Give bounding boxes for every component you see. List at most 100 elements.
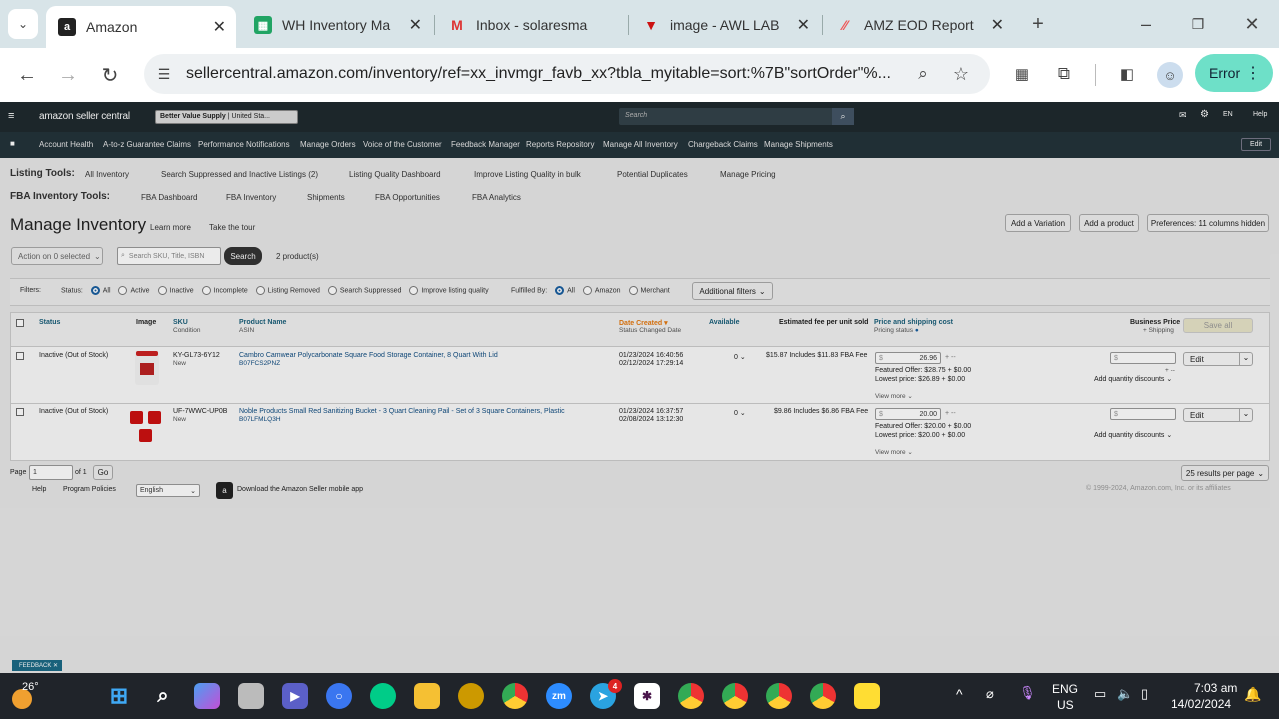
select-all-checkbox[interactable] — [16, 319, 24, 327]
chrome-profile-icon[interactable] — [678, 683, 704, 709]
close-icon[interactable]: ✕ — [53, 663, 58, 669]
business-price-input[interactable]: $ — [1110, 408, 1176, 420]
col-product-name[interactable]: Product Name — [239, 319, 286, 326]
minimize-icon[interactable]: – — [1134, 12, 1158, 36]
bookmark-star-icon[interactable]: ☆ — [950, 63, 972, 85]
file-explorer-icon[interactable] — [414, 683, 440, 709]
reload-icon[interactable]: ↻ — [97, 62, 123, 88]
input-lang-2[interactable]: US — [1057, 698, 1074, 712]
copilot-icon[interactable] — [194, 683, 220, 709]
search-button[interactable]: Search — [224, 247, 262, 265]
take-tour-link[interactable]: Take the tour — [209, 223, 255, 232]
tool-manage-pricing[interactable]: Manage Pricing — [720, 170, 776, 179]
clock-time[interactable]: 7:03 am — [1194, 681, 1237, 695]
volume-icon[interactable]: 🔈 — [1117, 686, 1133, 702]
fba-inventory-link[interactable]: FBA Inventory — [226, 193, 276, 202]
display-icon[interactable]: ▭ — [1094, 686, 1106, 702]
extensions-icon[interactable]: ⧉ — [1052, 62, 1076, 86]
page-input[interactable]: 1 — [29, 465, 73, 480]
row-product-name[interactable]: Cambro Camwear Polycarbonate Square Food… — [239, 352, 498, 359]
mail-icon[interactable]: ✉ — [1179, 110, 1187, 121]
teams-icon[interactable]: ▶ — [282, 683, 308, 709]
feedback-tab[interactable]: FEEDBACK ✕ — [12, 660, 62, 671]
col-status[interactable]: Status — [39, 319, 60, 326]
view-more-link[interactable]: View more ⌄ — [875, 392, 913, 400]
new-tab-icon[interactable]: + — [1026, 12, 1050, 36]
url-text[interactable]: sellercentral.amazon.com/inventory/ref=x… — [186, 65, 906, 83]
tab-wh-inventory[interactable]: ▦ WH Inventory Ma ✕ — [242, 8, 432, 42]
chrome-profile-icon[interactable] — [722, 683, 748, 709]
tool-listing-quality[interactable]: Listing Quality Dashboard — [349, 170, 441, 179]
microphone-icon[interactable]: 🎙 — [1019, 685, 1036, 701]
address-bar[interactable]: ☰ sellercentral.amazon.com/inventory/ref… — [144, 54, 990, 94]
store-selector[interactable]: Better Value Supply | United Sta... — [155, 110, 298, 124]
hamburger-icon[interactable]: ≡ — [8, 110, 14, 122]
row-asin[interactable]: B07LFMLQ3H — [239, 416, 281, 423]
nav-a-to-z[interactable]: A-to-z Guarantee Claims — [103, 140, 191, 149]
seller-app-icon[interactable]: a — [216, 482, 233, 499]
fba-shipments-link[interactable]: Shipments — [307, 193, 345, 202]
tool-search-suppressed[interactable]: Search Suppressed and Inactive Listings … — [161, 170, 318, 179]
nav-manage-orders[interactable]: Manage Orders — [300, 140, 356, 149]
sku-search-input[interactable]: ⌕ Search SKU, Title, ISBN — [117, 247, 221, 265]
task-view-icon[interactable] — [238, 683, 264, 709]
price-input[interactable]: $20.00 — [875, 408, 941, 420]
footer-policies-link[interactable]: Program Policies — [63, 486, 116, 493]
row-sku[interactable]: KY-GL73-6Y12 — [173, 352, 220, 359]
nav-performance-notifications[interactable]: Performance Notifications — [198, 140, 290, 149]
signal-icon[interactable]: ○ — [326, 683, 352, 709]
battery-icon[interactable]: ▯ — [1141, 686, 1148, 702]
close-icon[interactable]: ✕ — [797, 15, 810, 35]
row-available[interactable]: 0 ⌄ — [734, 409, 746, 417]
qty-discounts-link[interactable]: Add quantity discounts ⌄ — [1094, 375, 1172, 383]
status-incomplete-radio[interactable] — [201, 286, 211, 295]
footer-language-select[interactable]: English ⌄ — [136, 484, 200, 497]
chrome-profile-icon[interactable] — [810, 683, 836, 709]
edit-nav-button[interactable]: Edit — [1241, 138, 1271, 151]
qr-icon[interactable]: ▦ — [1010, 62, 1034, 86]
row-checkbox[interactable] — [16, 352, 24, 360]
tool-all-inventory[interactable]: All Inventory — [85, 170, 129, 179]
tool-potential-duplicates[interactable]: Potential Duplicates — [617, 170, 688, 179]
status-inactive-radio[interactable] — [157, 286, 167, 295]
fba-opportunities-link[interactable]: FBA Opportunities — [375, 193, 440, 202]
product-image[interactable] — [129, 408, 165, 444]
telegram-icon[interactable]: ➤ 4 — [590, 679, 622, 709]
chrome-icon[interactable] — [502, 683, 528, 709]
avatar[interactable]: ☺ — [1157, 62, 1183, 88]
status-improve-radio[interactable] — [409, 286, 419, 295]
zoom-icon[interactable]: ⌕ — [912, 63, 934, 85]
row-checkbox[interactable] — [16, 408, 24, 416]
site-info-icon[interactable]: ☰ — [154, 64, 174, 84]
forward-icon[interactable]: → — [55, 62, 81, 88]
status-all-radio[interactable] — [90, 286, 100, 295]
bulk-action-dropdown[interactable]: Action on 0 selected ⌄ — [11, 247, 103, 265]
edge-icon[interactable] — [370, 683, 396, 709]
nav-feedback-manager[interactable]: Feedback Manager — [451, 140, 520, 149]
start-icon[interactable]: ⊞ — [106, 683, 132, 709]
view-more-link[interactable]: View more ⌄ — [875, 448, 913, 456]
nav-reports-repository[interactable]: Reports Repository — [526, 140, 594, 149]
tab-amz-eod[interactable]: ⁄⁄ AMZ EOD Report ✕ — [824, 8, 1014, 42]
row-product-name[interactable]: Noble Products Small Red Sanitizing Buck… — [239, 408, 565, 415]
footer-help-link[interactable]: Help — [32, 486, 46, 493]
col-date-created[interactable]: Date Created ▾ — [619, 319, 668, 327]
nav-voice-of-customer[interactable]: Voice of the Customer — [363, 140, 442, 149]
info-icon[interactable]: ● — [915, 327, 919, 334]
col-price[interactable]: Price and shipping cost — [874, 319, 953, 326]
fba-analytics-link[interactable]: FBA Analytics — [472, 193, 521, 202]
back-icon[interactable]: ← — [14, 62, 40, 88]
close-icon[interactable]: ✕ — [213, 17, 226, 37]
business-price-input[interactable]: $ — [1110, 352, 1176, 364]
row-available[interactable]: 0 ⌄ — [734, 353, 746, 361]
profile-error-button[interactable]: Error ⋮ — [1195, 54, 1273, 92]
product-image[interactable] — [135, 351, 159, 385]
add-variation-button[interactable]: Add a Variation — [1005, 214, 1071, 232]
tab-awl-image[interactable]: ▼ image - AWL LAB ✕ — [630, 8, 820, 42]
col-available[interactable]: Available — [709, 319, 739, 326]
download-app-link[interactable]: Download the Amazon Seller mobile app — [237, 486, 363, 493]
gear-icon[interactable]: ⚙ — [1200, 109, 1209, 120]
close-icon[interactable]: ✕ — [991, 15, 1004, 35]
language-selector[interactable]: EN — [1223, 111, 1233, 118]
bookmark-icon[interactable]: ■ — [10, 139, 15, 148]
